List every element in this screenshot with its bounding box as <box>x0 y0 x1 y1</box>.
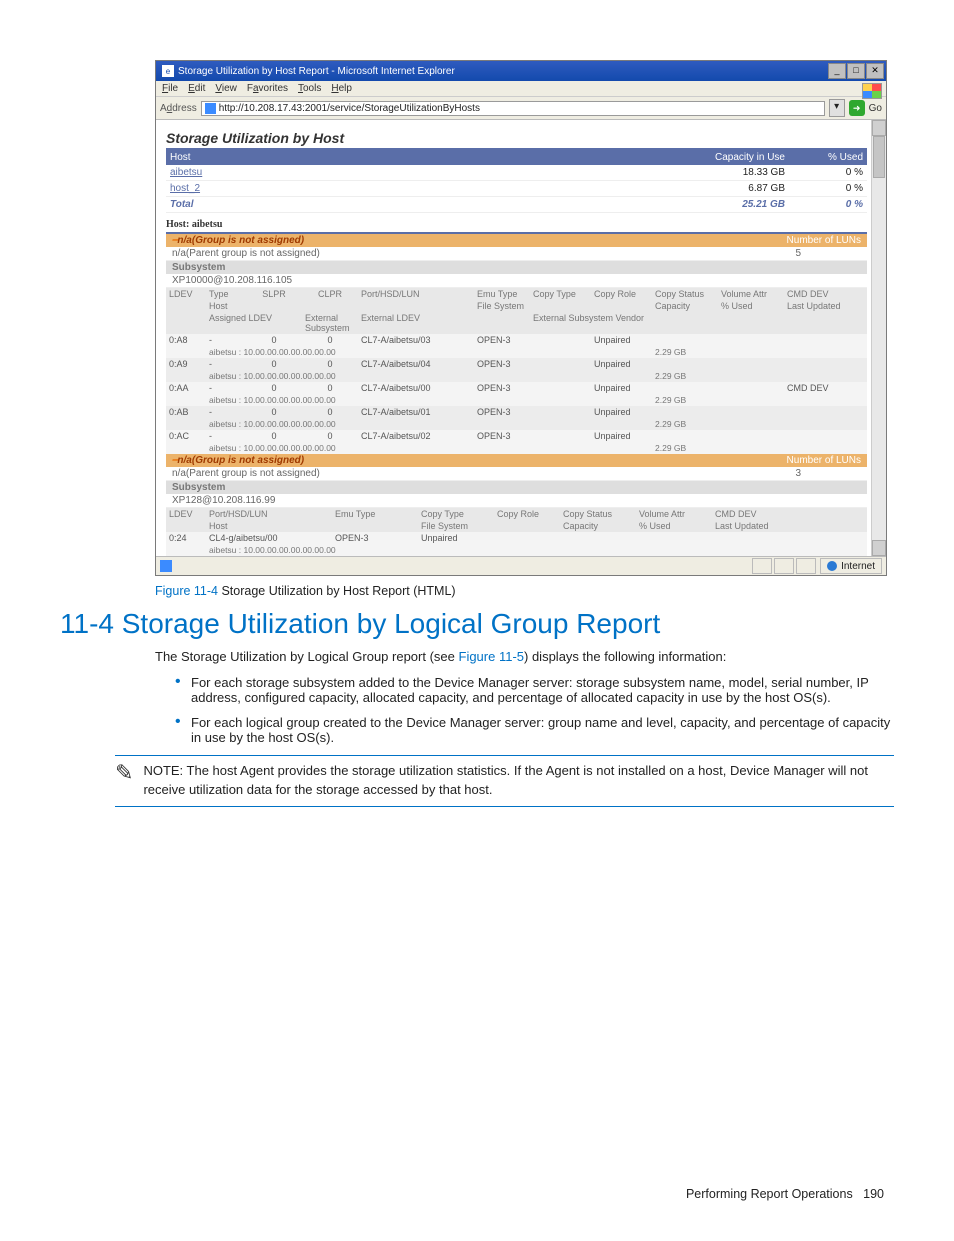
close-button[interactable]: ✕ <box>866 63 884 79</box>
page-footer: Performing Report Operations 190 <box>60 1187 894 1201</box>
ldev-header-row3: Assigned LDEV External Subsystem Externa… <box>166 312 867 334</box>
url-text: http://10.208.17.43:2001/service/Storage… <box>219 103 480 114</box>
ldev-row: 0:A9-00CL7-A/aibetsu/04OPEN-3Unpaired <box>166 358 867 370</box>
address-bar: Address http://10.208.17.43:2001/service… <box>156 97 886 120</box>
windows-flag-icon <box>862 83 882 99</box>
menu-file[interactable]: File <box>162 83 178 94</box>
address-dropdown[interactable]: ▾ <box>829 99 845 117</box>
page-status-icon <box>160 560 172 572</box>
report-title: Storage Utilization by Host <box>166 128 867 150</box>
parent-group-row: n/a(Parent group is not assigned) 5 <box>166 247 867 261</box>
maximize-button[interactable]: □ <box>847 63 865 79</box>
group-row: ━n/a(Group is not assigned) Number of LU… <box>166 234 867 247</box>
titlebar: e Storage Utilization by Host Report - M… <box>156 61 886 81</box>
ldev-row: 0:AC-00CL7-A/aibetsu/02OPEN-3Unpaired <box>166 430 867 442</box>
window-title: Storage Utilization by Host Report - Mic… <box>178 66 455 77</box>
subsystem-header: Subsystem <box>166 261 867 274</box>
col-host: Host <box>166 150 671 165</box>
ldev-subrow: aibetsu : 10.00.00.00.00.00.00.002.29 GB <box>166 346 867 358</box>
ldev-subrow: aibetsu : 10.00.00.00.00.00.00.002.29 GB <box>166 418 867 430</box>
go-label: Go <box>869 103 882 114</box>
menu-tools[interactable]: Tools <box>298 83 321 94</box>
note-text: The host Agent provides the storage util… <box>143 763 868 797</box>
globe-icon <box>827 561 837 571</box>
scrollbar[interactable] <box>871 120 886 556</box>
scroll-thumb[interactable] <box>873 136 885 178</box>
status-pane <box>752 558 772 574</box>
col-used: % Used <box>789 150 867 165</box>
ie-icon: e <box>162 65 174 77</box>
browser-window: e Storage Utilization by Host Report - M… <box>155 60 887 576</box>
bullet-list: For each storage subsystem added to the … <box>175 675 894 745</box>
note-block: ✎ NOTE: The host Agent provides the stor… <box>115 755 894 807</box>
address-input[interactable]: http://10.208.17.43:2001/service/Storage… <box>201 101 825 116</box>
group-row: ━n/a(Group is not assigned) Number of LU… <box>166 454 867 467</box>
note-label: NOTE: <box>143 763 183 778</box>
menubar: File Edit View Favorites Tools Help <box>156 81 886 97</box>
zone-indicator: Internet <box>820 558 882 574</box>
status-pane <box>796 558 816 574</box>
go-button[interactable]: ➜ <box>849 100 865 116</box>
menu-view[interactable]: View <box>215 83 237 94</box>
menu-help[interactable]: Help <box>331 83 352 94</box>
table-row: aibetsu 18.33 GB 0 % <box>166 165 867 181</box>
page-icon <box>205 103 216 114</box>
ldev-row: 0:24CL4-g/aibetsu/00OPEN-3Unpaired <box>166 532 867 544</box>
figure-caption: Figure 11-4 Storage Utilization by Host … <box>155 584 894 598</box>
figure-link[interactable]: Figure 11-5 <box>459 649 525 664</box>
ldev-row: 0:AA-00CL7-A/aibetsu/00OPEN-3UnpairedCMD… <box>166 382 867 394</box>
host-header: Host: aibetsu <box>166 213 867 234</box>
menu-favorites[interactable]: Favorites <box>247 83 288 94</box>
status-pane <box>774 558 794 574</box>
ldev-subrow: aibetsu : 10.00.00.00.00.00.00.002.29 GB <box>166 442 867 454</box>
note-icon: ✎ <box>115 760 133 786</box>
host-link[interactable]: host_2 <box>170 183 200 194</box>
scroll-down-icon[interactable] <box>872 540 886 556</box>
col-capacity: Capacity in Use <box>671 150 789 165</box>
ldev-header-row: LDEV Type SLPR CLPR Port/HSD/LUN Emu Typ… <box>166 288 867 300</box>
intro-paragraph: The Storage Utilization by Logical Group… <box>155 648 894 667</box>
table-row: host_2 6.87 GB 0 % <box>166 181 867 197</box>
menu-edit[interactable]: Edit <box>188 83 205 94</box>
address-label: Address <box>160 103 197 114</box>
subsystem-value: XP128@10.208.116.99 <box>166 494 867 508</box>
total-row: Total 25.21 GB 0 % <box>166 197 867 213</box>
list-item: For each storage subsystem added to the … <box>175 675 894 705</box>
ldev-row: 0:AB-00CL7-A/aibetsu/01OPEN-3Unpaired <box>166 406 867 418</box>
scroll-up-icon[interactable] <box>872 120 886 136</box>
ldev-header-row2: Host File System Capacity % Used Last Up… <box>166 300 867 312</box>
host-link[interactable]: aibetsu <box>170 167 202 178</box>
summary-table: Host Capacity in Use % Used aibetsu 18.3… <box>166 150 867 213</box>
subsystem-value: XP10000@10.208.116.105 <box>166 274 867 288</box>
ldev-subrow: aibetsu : 10.00.00.00.00.00.00.002.29 GB <box>166 394 867 406</box>
zone-label: Internet <box>841 561 875 572</box>
list-item: For each logical group created to the De… <box>175 715 894 745</box>
minimize-button[interactable]: _ <box>828 63 846 79</box>
subsystem-header: Subsystem <box>166 481 867 494</box>
ldev-table-2: LDEVPort/HSD/LUNEmu TypeCopy TypeCopy Ro… <box>166 508 867 556</box>
section-heading: 11-4 Storage Utilization by Logical Grou… <box>60 608 894 640</box>
ldev-row: 0:A8-00CL7-A/aibetsu/03OPEN-3Unpaired <box>166 334 867 346</box>
ldev-table: LDEV Type SLPR CLPR Port/HSD/LUN Emu Typ… <box>166 288 867 454</box>
ldev-subrow: aibetsu : 10.00.00.00.00.00.00.00 <box>166 544 867 556</box>
parent-group-row: n/a(Parent group is not assigned) 3 <box>166 467 867 481</box>
ldev-subrow: aibetsu : 10.00.00.00.00.00.00.002.29 GB <box>166 370 867 382</box>
status-bar: Internet <box>156 556 886 575</box>
